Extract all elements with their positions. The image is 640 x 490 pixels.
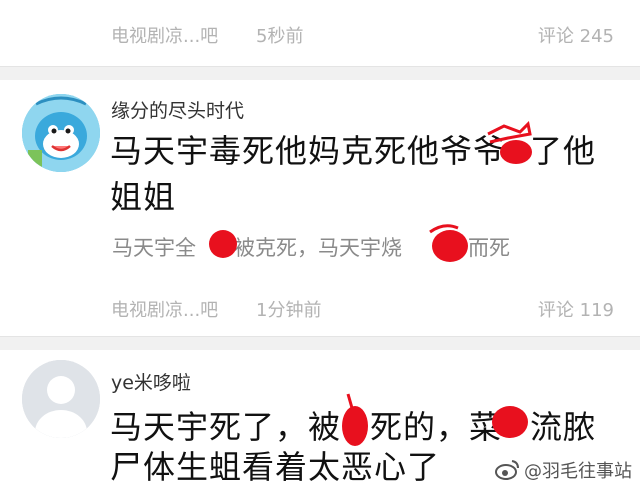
censor-scribble xyxy=(342,393,368,446)
user-silhouette xyxy=(22,360,100,438)
watermark: @羽毛往事站 xyxy=(494,457,632,483)
watermark-text: @羽毛往事站 xyxy=(524,461,632,482)
weibo-logo-icon xyxy=(495,460,519,480)
post-card[interactable]: 缘分的尽头时代 马天宇毒死他妈克死他爷爷 了他 姐姐 马天宇全 被克死，马天宇烧… xyxy=(0,80,640,336)
divider xyxy=(0,336,640,351)
comment-text-line1-tail: 了他 xyxy=(530,132,597,170)
timestamp: 1分钟前 xyxy=(256,300,322,321)
default-avatar-icon[interactable] xyxy=(22,360,100,438)
username[interactable]: 缘分的尽头时代 xyxy=(111,96,244,123)
comment-text-line1-c: 流脓 xyxy=(530,408,597,446)
quoted-text-b: 被克死，马天宇烧 xyxy=(234,236,402,260)
avatar-illustration xyxy=(22,94,100,172)
top-item-footer: 电视剧凉...吧 5秒前 评论 245 xyxy=(0,0,640,66)
quoted-text-c: 而死 xyxy=(468,236,510,260)
censor-scribble xyxy=(429,224,468,262)
divider xyxy=(0,66,640,81)
source-label[interactable]: 电视剧凉...吧 xyxy=(111,22,218,48)
comment-count[interactable]: 评论 119 xyxy=(538,296,614,322)
comment-text-line2: 尸体生蛆看着太恶心了 xyxy=(110,448,441,486)
comment-count[interactable]: 评论 245 xyxy=(538,22,614,48)
quoted-text-a: 马天宇全 xyxy=(112,236,196,260)
source-label[interactable]: 电视剧凉...吧 xyxy=(111,296,218,322)
cartoon-avatar-icon[interactable] xyxy=(22,94,100,172)
comment-text-line2: 姐姐 xyxy=(110,178,177,216)
comment-text-line1: 马天宇毒死他妈克死他爷爷 xyxy=(110,132,507,170)
timestamp: 5秒前 xyxy=(256,26,304,47)
username[interactable]: ye米哆啦 xyxy=(111,368,191,395)
